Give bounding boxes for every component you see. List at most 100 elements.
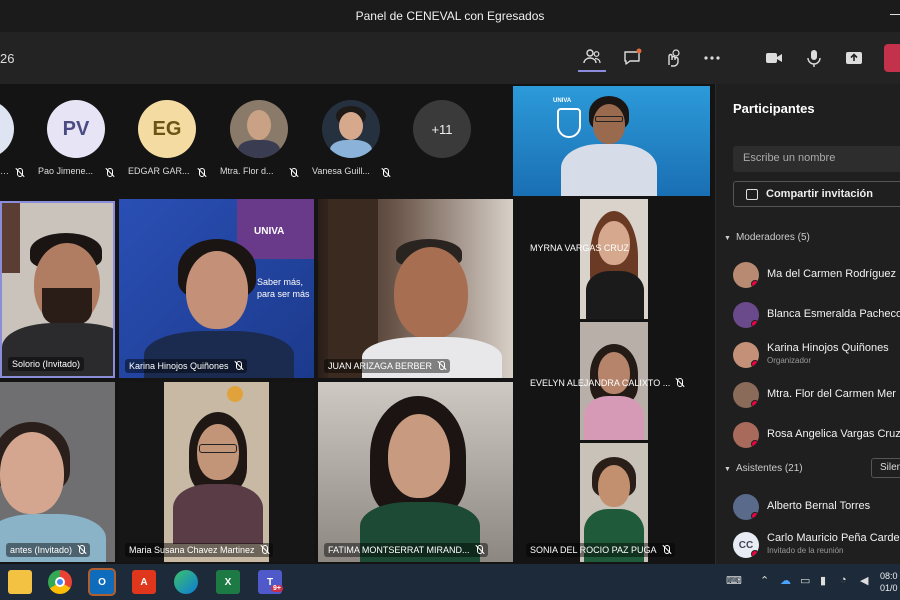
participant-name: EVELYN ALEJANDRA CALIXTO ... (530, 378, 671, 388)
title-bar: Panel de CENEVAL con Egresados (0, 0, 900, 32)
more-participants-button[interactable]: +11 (413, 100, 471, 158)
participants-icon[interactable] (578, 44, 606, 72)
mic-off-icon (474, 545, 484, 555)
moderators-header-label: Moderadores (5) (735, 232, 810, 243)
participant-list-name: Rosa Angelica Vargas Cruz (767, 428, 900, 440)
participant-list-item[interactable]: Karina Hinojos Quiñones Organizador (733, 340, 900, 370)
panel-title: Participantes (733, 101, 815, 116)
participant-name-tag: Solorio (Invitado) (8, 357, 85, 371)
mic-off-icon (674, 378, 684, 388)
camera-icon[interactable] (760, 44, 788, 72)
edge-icon[interactable] (174, 570, 198, 594)
teams-badge: 9+ (271, 584, 283, 592)
video-tile[interactable]: SONIA DEL ROCIO PAZ PUGA (520, 443, 710, 562)
mic-off-icon (259, 545, 269, 555)
mic-off-icon (76, 545, 86, 555)
mic-off-icon (104, 168, 114, 178)
participant-name: antes (Invitado) (10, 545, 73, 555)
participant-list-avatar (733, 422, 759, 448)
participants-panel: Participantes Escribe un nombre Comparti… (715, 84, 900, 564)
moderators-section-header[interactable]: ▼ Moderadores (5) (724, 232, 810, 243)
participant-name-tag: EVELYN ALEJANDRA CALIXTO ... (526, 376, 688, 390)
system-clock[interactable]: 08:0 01/0 (880, 570, 898, 594)
participant-list-item[interactable]: Ma del Carmen Rodríguez (733, 260, 900, 290)
status-dot (751, 440, 759, 448)
touch-keyboard-icon[interactable]: ⌨ (726, 574, 742, 587)
mic-off-icon (14, 168, 24, 178)
onedrive-icon[interactable]: ☁ (780, 574, 791, 587)
video-tile[interactable]: EVELYN ALEJANDRA CALIXTO ... (520, 322, 710, 440)
participant-name: SONIA DEL ROCIO PAZ PUGA (530, 545, 657, 555)
chevron-up-icon[interactable]: ⌃ (760, 574, 769, 587)
status-dot (751, 512, 759, 520)
status-dot (751, 360, 759, 368)
participant-list-name: Ma del Carmen Rodríguez (767, 268, 897, 280)
minimize-icon[interactable] (890, 14, 900, 15)
wifi-icon[interactable]: ◔ (840, 574, 847, 586)
participant-list-item[interactable]: Alberto Bernal Torres (733, 492, 900, 522)
participant-list-item[interactable]: Blanca Esmeralda Pacheco (733, 300, 900, 330)
acrobat-icon[interactable]: A (132, 570, 156, 594)
volume-icon[interactable]: ◀ (860, 574, 868, 587)
video-tile[interactable]: MYRNA VARGAS CRUZ (520, 199, 710, 319)
participant-avatar-name: Pao Jimene... (38, 166, 94, 176)
featured-video-tile[interactable]: UNIVA (513, 86, 710, 196)
mute-all-button[interactable]: Silenciar a todos (871, 458, 900, 478)
participant-name-tag: JUAN ARIZAGA BERBER (324, 359, 451, 373)
univa-shield-logo (557, 108, 581, 138)
participant-avatar[interactable]: PV (47, 100, 105, 158)
participant-list-name: Carlo Mauricio Peña Carde (767, 532, 900, 544)
participant-name-tag: FATIMA MONTSERRAT MIRAND... (324, 543, 488, 557)
participant-name: JUAN ARIZAGA BERBER (328, 361, 433, 371)
chat-icon[interactable] (618, 44, 646, 72)
video-tile[interactable]: UNIVA Saber más, para ser más Karina Hin… (119, 199, 314, 378)
status-dot (751, 550, 759, 558)
participant-list-avatar (733, 342, 759, 368)
participant-name: FATIMA MONTSERRAT MIRAND... (328, 545, 470, 555)
avatar-initials: EG (152, 117, 182, 140)
video-tile[interactable]: FATIMA MONTSERRAT MIRAND... (318, 382, 513, 562)
participant-list-name: Mtra. Flor del Carmen Mer (767, 388, 896, 400)
video-tile[interactable]: antes (Invitado) (0, 382, 115, 562)
status-dot (751, 320, 759, 328)
participant-search-input[interactable]: Escribe un nombre (733, 146, 900, 172)
participant-avatar[interactable]: EG (138, 100, 196, 158)
meet-now-icon[interactable]: ▭ (800, 574, 810, 587)
participant-list-item[interactable]: Mtra. Flor del Carmen Mer (733, 380, 900, 410)
mic-icon[interactable] (800, 44, 828, 72)
participant-list-name: Alberto Bernal Torres (767, 500, 871, 512)
participant-list-avatar (733, 262, 759, 288)
share-icon[interactable] (840, 44, 868, 72)
participant-avatar-photo[interactable] (322, 100, 380, 158)
participant-name-tag: antes (Invitado) (6, 543, 91, 557)
video-tile[interactable]: JUAN ARIZAGA BERBER (318, 199, 513, 378)
participant-list-name: Blanca Esmeralda Pacheco (767, 308, 900, 320)
participant-avatar-photo[interactable] (230, 100, 288, 158)
participant-name: Karina Hinojos Quiñones (129, 361, 229, 371)
video-tile[interactable]: Maria Susana Chavez Martinez (119, 382, 314, 562)
mic-off-icon (380, 168, 390, 178)
participant-list-avatar (733, 302, 759, 328)
participant-list-item[interactable]: CC Carlo Mauricio Peña Carde Invitado de… (733, 530, 900, 560)
attendees-section-header[interactable]: ▼ Asistentes (21) (724, 463, 803, 474)
background-brand: UNIVA (254, 226, 285, 237)
reactions-icon[interactable] (658, 44, 686, 72)
chevron-down-icon: ▼ (724, 235, 731, 242)
file-explorer-icon[interactable] (8, 570, 32, 594)
excel-icon[interactable]: X (216, 570, 240, 594)
leave-button[interactable] (884, 44, 900, 72)
more-participants-count: +11 (431, 121, 453, 137)
chrome-icon[interactable] (48, 570, 72, 594)
share-invite-button[interactable]: Compartir invitación (733, 181, 900, 207)
participant-avatar[interactable] (0, 100, 14, 158)
teams-icon[interactable]: T 9+ (258, 570, 283, 594)
outlook-icon[interactable]: O (88, 568, 116, 596)
meeting-toolbar: 26 (0, 32, 900, 84)
featured-logo-text: UNIVA (553, 98, 572, 104)
avatar-initials: PV (62, 117, 90, 140)
more-icon[interactable] (698, 44, 726, 72)
battery-icon[interactable]: ▮ (820, 574, 826, 587)
clock-time: 08:0 (880, 571, 898, 581)
video-tile[interactable]: Solorio (Invitado) (0, 201, 115, 378)
participant-list-item[interactable]: Rosa Angelica Vargas Cruz (733, 420, 900, 450)
